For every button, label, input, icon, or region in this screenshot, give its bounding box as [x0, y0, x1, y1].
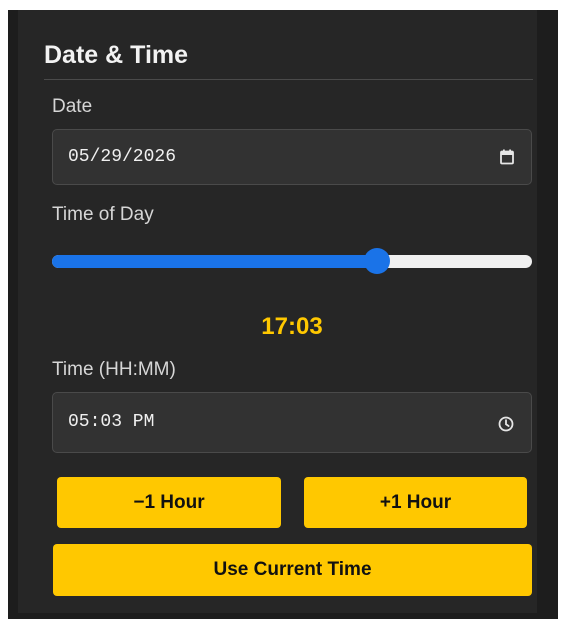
date-label: Date — [52, 96, 93, 117]
date-value: 05/29/2026 — [68, 147, 177, 167]
time-value: 05:03 PM — [68, 412, 155, 432]
minus-hour-button[interactable]: −1 Hour — [57, 477, 281, 528]
time-slider-track[interactable] — [52, 255, 532, 268]
section-title: Date & Time — [44, 41, 189, 69]
time-input[interactable]: 05:03 PM — [52, 392, 532, 453]
use-current-time-button[interactable]: Use Current Time — [53, 544, 532, 596]
time-of-day-label: Time of Day — [52, 204, 154, 225]
clock-icon[interactable] — [498, 416, 514, 437]
title-divider — [44, 79, 533, 80]
date-input[interactable]: 05/29/2026 — [52, 129, 532, 185]
plus-hour-button[interactable]: +1 Hour — [304, 477, 527, 528]
time-slider-thumb[interactable] — [363, 248, 390, 274]
time-slider-fill — [52, 255, 377, 268]
calendar-icon[interactable] — [500, 149, 514, 170]
time-display: 17:03 — [261, 313, 323, 340]
time-input-label: Time (HH:MM) — [52, 359, 176, 380]
